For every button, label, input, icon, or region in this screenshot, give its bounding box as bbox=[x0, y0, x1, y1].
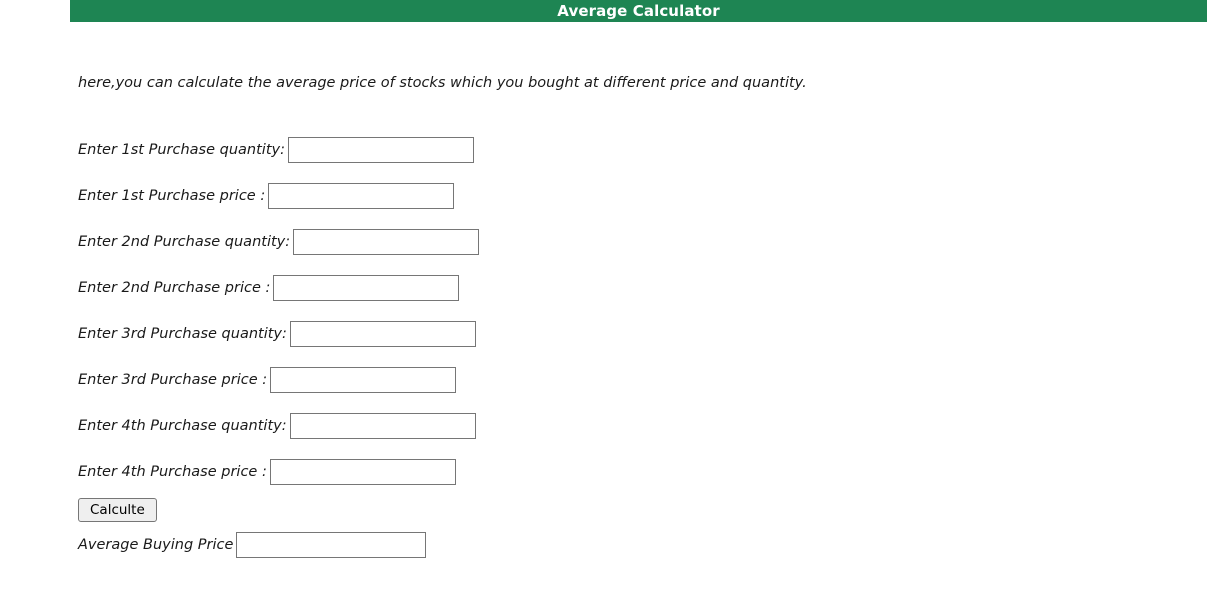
result-row: Average Buying Price bbox=[78, 527, 479, 563]
form-row: Enter 2nd Purchase quantity: bbox=[78, 219, 480, 265]
form-row: Enter 4th Purchase price : bbox=[78, 449, 479, 495]
label-purchase-3-quantity: Enter 3rd Purchase quantity: bbox=[78, 326, 287, 342]
form-row: Enter 3rd Purchase quantity: bbox=[78, 311, 479, 357]
form-row: Enter 3rd Purchase price : bbox=[78, 357, 479, 403]
form-row: Enter 4th Purchase quantity: bbox=[78, 403, 479, 449]
input-purchase-4-price[interactable] bbox=[269, 459, 456, 485]
page-root: Average Calculator here,you can calculat… bbox=[0, 0, 1224, 599]
input-purchase-2-price[interactable] bbox=[273, 275, 460, 301]
input-purchase-4-quantity[interactable] bbox=[289, 413, 476, 439]
label-average-buying-price: Average Buying Price bbox=[78, 537, 234, 553]
label-purchase-4-price: Enter 4th Purchase price : bbox=[78, 464, 267, 480]
label-purchase-1-price: Enter 1st Purchase price : bbox=[78, 188, 266, 204]
input-purchase-2-quantity[interactable] bbox=[293, 229, 480, 255]
input-purchase-3-quantity[interactable] bbox=[289, 321, 476, 347]
form-row: Enter 1st Purchase quantity: bbox=[78, 127, 479, 173]
calculate-button[interactable]: Calculte bbox=[78, 498, 157, 522]
label-purchase-2-quantity: Enter 2nd Purchase quantity: bbox=[78, 234, 291, 250]
input-purchase-3-price[interactable] bbox=[270, 367, 457, 393]
label-purchase-4-quantity: Enter 4th Purchase quantity: bbox=[78, 418, 287, 434]
submit-row: Calculte bbox=[78, 495, 479, 525]
header-bar: Average Calculator bbox=[70, 0, 1207, 22]
output-average-buying-price[interactable] bbox=[236, 532, 427, 558]
intro-description: here,you can calculate the average price… bbox=[78, 75, 807, 91]
label-purchase-1-quantity: Enter 1st Purchase quantity: bbox=[78, 142, 285, 158]
form-row: Enter 2nd Purchase price : bbox=[78, 265, 479, 311]
label-purchase-3-price: Enter 3rd Purchase price : bbox=[78, 372, 268, 388]
average-calculator-form: Enter 1st Purchase quantity: Enter 1st P… bbox=[78, 127, 480, 563]
page-title: Average Calculator bbox=[557, 1, 720, 20]
form-row: Enter 1st Purchase price : bbox=[78, 173, 479, 219]
input-purchase-1-quantity[interactable] bbox=[287, 137, 474, 163]
label-purchase-2-price: Enter 2nd Purchase price : bbox=[78, 280, 271, 296]
input-purchase-1-price[interactable] bbox=[268, 183, 455, 209]
